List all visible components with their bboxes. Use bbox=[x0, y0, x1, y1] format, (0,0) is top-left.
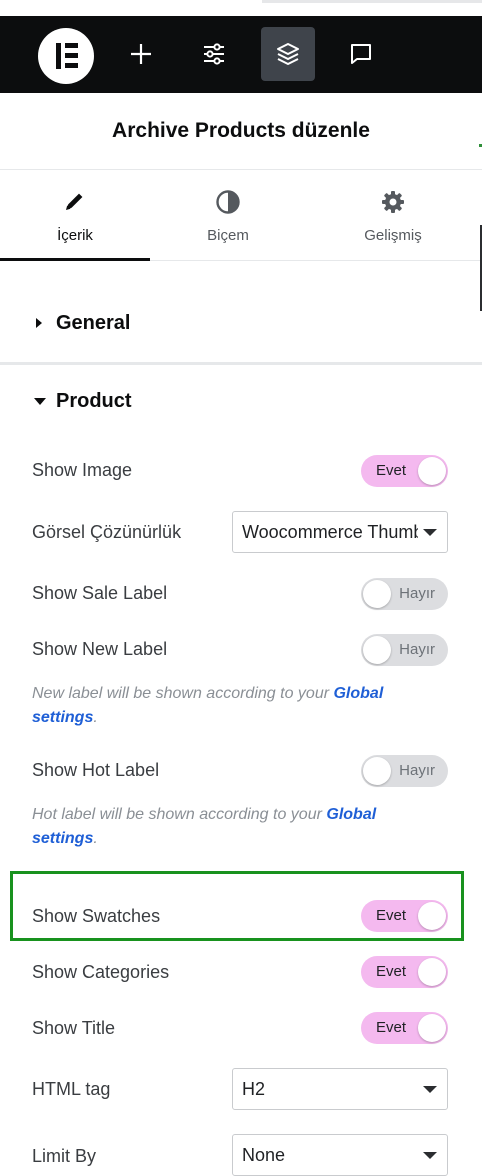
caret-down-icon bbox=[34, 398, 46, 405]
tab-style[interactable]: Biçem bbox=[153, 170, 303, 260]
show-categories-label: Show Categories bbox=[32, 962, 170, 982]
logo-bar-top bbox=[65, 43, 78, 48]
caret-right-icon bbox=[36, 318, 42, 328]
logo-bar-bottom bbox=[65, 63, 78, 68]
sliders-icon bbox=[204, 43, 224, 65]
toggle-text: Hayır bbox=[399, 762, 435, 779]
toggle-text: Hayır bbox=[399, 641, 435, 658]
toggle-knob bbox=[363, 757, 391, 785]
contrast-icon bbox=[216, 190, 240, 214]
pencil-icon bbox=[66, 193, 83, 210]
select-value: None bbox=[242, 1145, 286, 1165]
panel-header: Archive Products düzenle bbox=[0, 93, 482, 170]
show-image-label: Show Image bbox=[32, 460, 133, 480]
add-element-button[interactable] bbox=[114, 27, 168, 81]
toggle-text: Evet bbox=[376, 963, 407, 980]
elementor-logo-icon[interactable] bbox=[38, 28, 94, 84]
image-resolution-label: Görsel Çözünürlük bbox=[32, 522, 182, 542]
layers-icon bbox=[277, 43, 299, 65]
chevron-down-icon bbox=[423, 1086, 437, 1093]
image-resolution-select[interactable]: Woocommerce Thumbnail bbox=[232, 511, 448, 553]
note-text: Hot label will be shown according to you… bbox=[32, 806, 327, 823]
toggle-text: Hayır bbox=[399, 585, 435, 602]
show-swatches-label: Show Swatches bbox=[32, 906, 161, 926]
note-text: New label will be shown according to you… bbox=[32, 685, 334, 702]
active-tab-underline bbox=[0, 258, 150, 261]
show-hot-label: Show Hot Label bbox=[32, 760, 160, 780]
toggle-knob bbox=[418, 958, 446, 986]
show-image-toggle[interactable]: Evet bbox=[361, 455, 448, 487]
html-tag-select[interactable]: H2 bbox=[232, 1068, 448, 1110]
note-tail: . bbox=[93, 709, 98, 726]
html-tag-label: HTML tag bbox=[32, 1079, 111, 1099]
site-settings-button[interactable] bbox=[187, 27, 241, 81]
tab-label: İçerik bbox=[57, 227, 93, 244]
toggle-text: Evet bbox=[376, 1019, 407, 1036]
panel-title: Archive Products düzenle bbox=[112, 119, 370, 142]
chevron-down-icon bbox=[423, 1152, 437, 1159]
show-sale-label: Show Sale Label bbox=[32, 583, 168, 603]
section-general[interactable]: General bbox=[0, 286, 482, 365]
select-value: H2 bbox=[242, 1079, 266, 1099]
show-new-toggle[interactable]: Hayır bbox=[361, 634, 448, 666]
gear-icon bbox=[382, 191, 404, 213]
toggle-knob bbox=[418, 902, 446, 930]
tab-advanced[interactable]: Gelişmiş bbox=[318, 170, 468, 260]
chat-icon bbox=[351, 44, 371, 64]
limit-by-select[interactable]: None bbox=[232, 1134, 448, 1176]
tab-label: Biçem bbox=[207, 227, 249, 244]
hot-label-note: Hot label will be shown according to you… bbox=[32, 803, 442, 851]
logo-bar-vertical bbox=[56, 43, 61, 69]
top-shadow bbox=[262, 0, 482, 3]
show-swatches-toggle[interactable]: Evet bbox=[361, 900, 448, 932]
panel-tabs: İçerik Biçem Gelişmiş bbox=[0, 170, 482, 261]
section-title: Product bbox=[56, 390, 132, 412]
chevron-down-icon bbox=[423, 529, 437, 536]
tab-content[interactable]: İçerik bbox=[0, 170, 150, 261]
toggle-knob bbox=[363, 580, 391, 608]
select-value: Woocommerce Thumbnail bbox=[242, 522, 418, 542]
toggle-knob bbox=[363, 636, 391, 664]
note-tail: . bbox=[93, 830, 98, 847]
show-new-label: Show New Label bbox=[32, 639, 168, 659]
show-title-toggle[interactable]: Evet bbox=[361, 1012, 448, 1044]
toggle-knob bbox=[418, 1014, 446, 1042]
section-title: General bbox=[56, 312, 131, 334]
toggle-knob bbox=[418, 457, 446, 485]
top-strip bbox=[0, 0, 482, 16]
tab-label: Gelişmiş bbox=[364, 227, 422, 244]
toggle-text: Evet bbox=[376, 462, 407, 479]
show-sale-toggle[interactable]: Hayır bbox=[361, 578, 448, 610]
show-hot-toggle[interactable]: Hayır bbox=[361, 755, 448, 787]
new-label-note: New label will be shown according to you… bbox=[32, 682, 442, 730]
structure-button[interactable] bbox=[261, 27, 315, 81]
show-categories-toggle[interactable]: Evet bbox=[361, 956, 448, 988]
logo-bar-mid bbox=[65, 53, 78, 58]
show-title-label: Show Title bbox=[32, 1018, 116, 1038]
editor-toolbar bbox=[0, 16, 482, 93]
toggle-text: Evet bbox=[376, 907, 407, 924]
notes-button[interactable] bbox=[334, 27, 388, 81]
plus-icon bbox=[131, 44, 151, 64]
